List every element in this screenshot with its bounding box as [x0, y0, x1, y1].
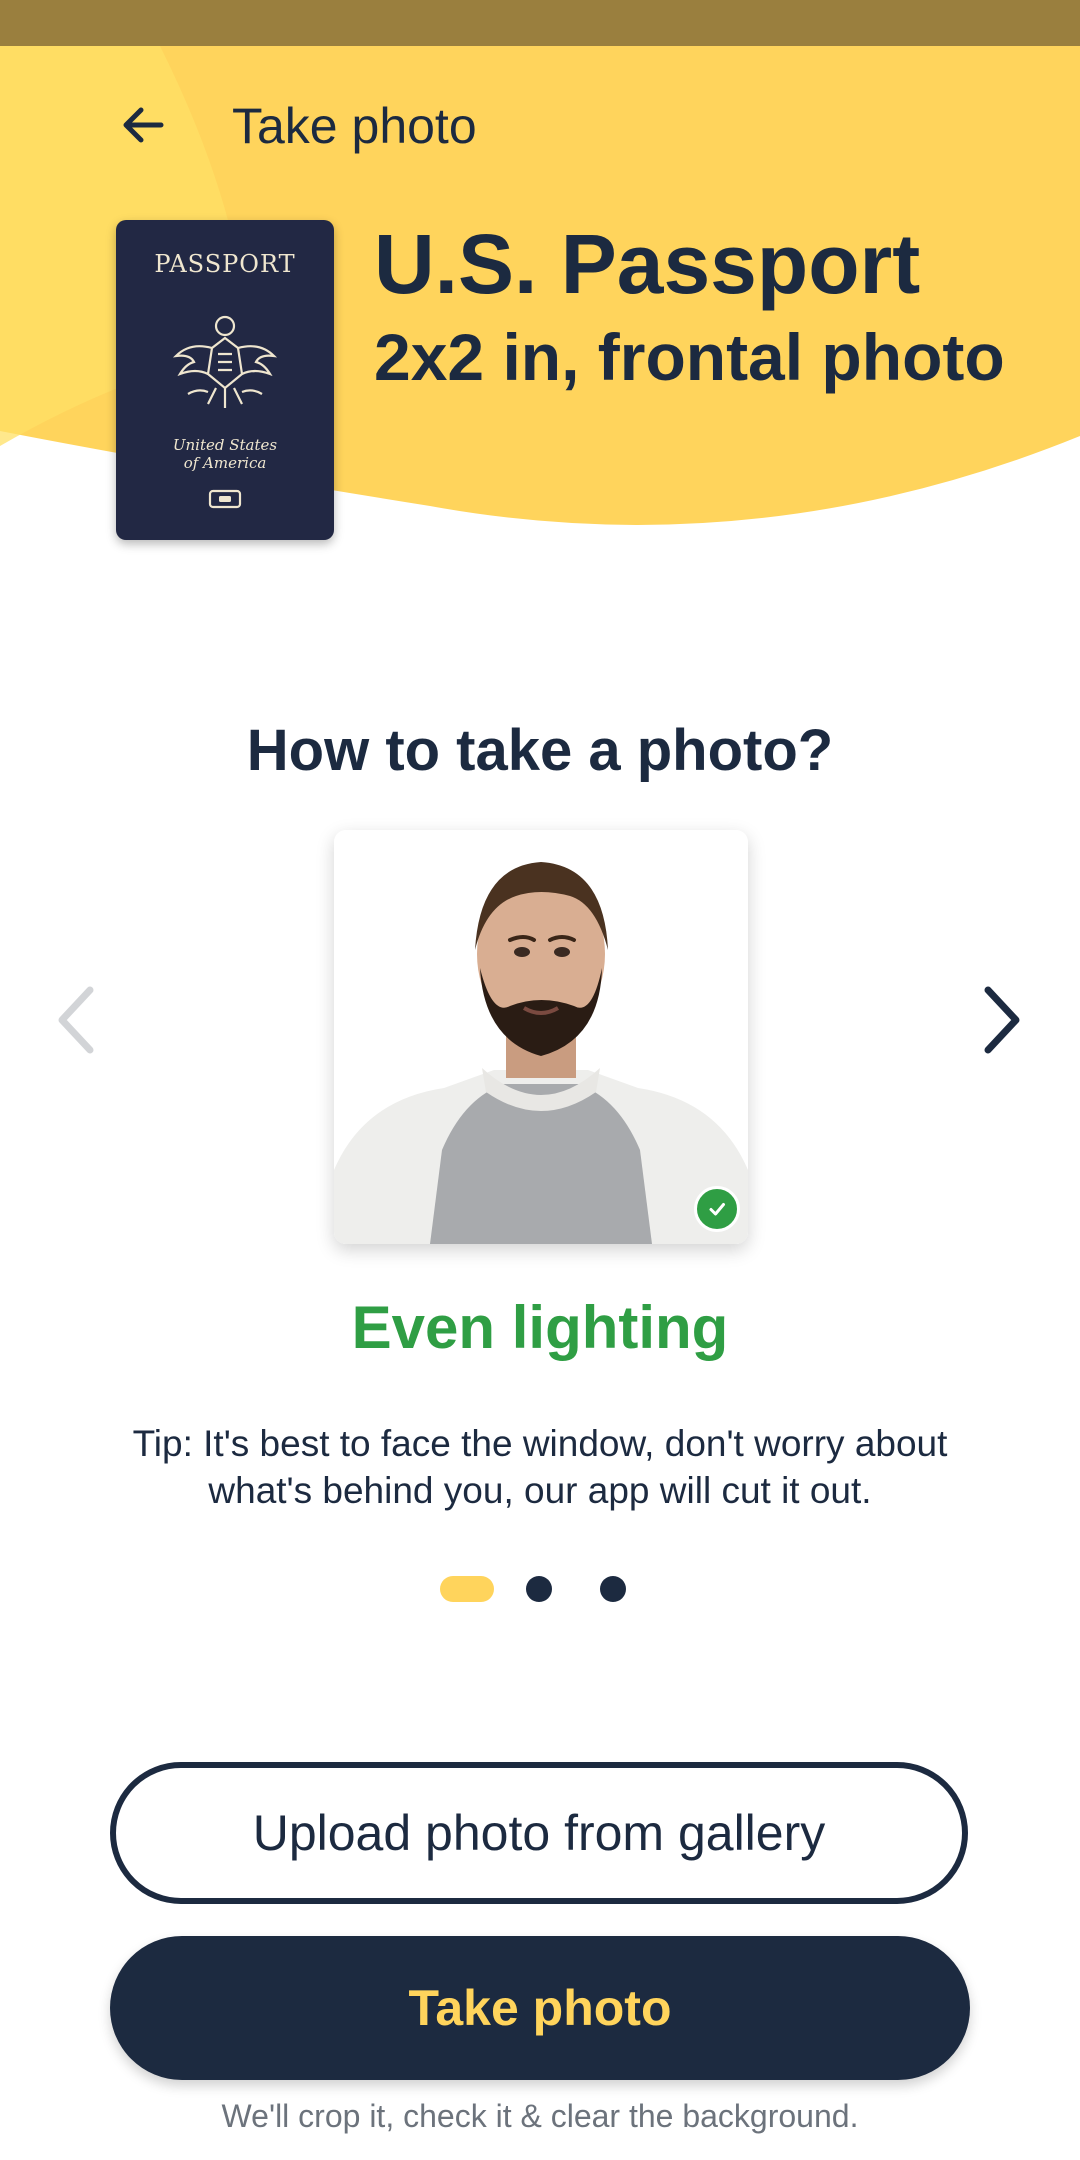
passport-cover-title: PASSPORT	[154, 250, 296, 278]
biometric-chip-icon	[208, 489, 242, 509]
chevron-right-icon	[984, 986, 1020, 1054]
example-portrait-image	[334, 830, 748, 1244]
top-app-bar: Take photo	[0, 90, 1080, 160]
slide-title: Even lighting	[351, 1294, 729, 1361]
passport-cover-subtitle: United States of America	[172, 436, 278, 472]
page-title: Take photo	[232, 98, 477, 154]
section-heading: How to take a photo?	[246, 718, 834, 783]
footnote-text: We'll crop it, check it & clear the back…	[221, 2098, 859, 2134]
carousel-pagination	[0, 1576, 1080, 1606]
page-dot-1-active[interactable]	[440, 1576, 494, 1602]
document-subtitle: 2x2 in, frontal photo	[374, 320, 1005, 394]
carousel-next-button[interactable]	[972, 980, 1032, 1060]
upload-from-gallery-button[interactable]: Upload photo from gallery	[110, 1762, 968, 1904]
carousel-prev-button[interactable]	[46, 980, 106, 1060]
take-photo-button[interactable]: Take photo	[110, 1936, 970, 2080]
back-button[interactable]	[112, 94, 174, 156]
status-bar	[0, 0, 1080, 46]
slide-tip: Tip: It's best to face the window, don't…	[132, 1423, 948, 1511]
eagle-seal-icon	[172, 315, 278, 408]
page-dot-3[interactable]	[600, 1576, 626, 1602]
passport-cover-image: PASSPORT United States of America	[116, 220, 334, 540]
document-title: U.S. Passport	[374, 217, 921, 311]
arrow-left-icon	[123, 107, 164, 143]
example-photo-card	[334, 830, 748, 1244]
page-dot-2[interactable]	[526, 1576, 552, 1602]
chevron-left-icon	[58, 986, 94, 1054]
check-circle-icon	[694, 1186, 740, 1232]
